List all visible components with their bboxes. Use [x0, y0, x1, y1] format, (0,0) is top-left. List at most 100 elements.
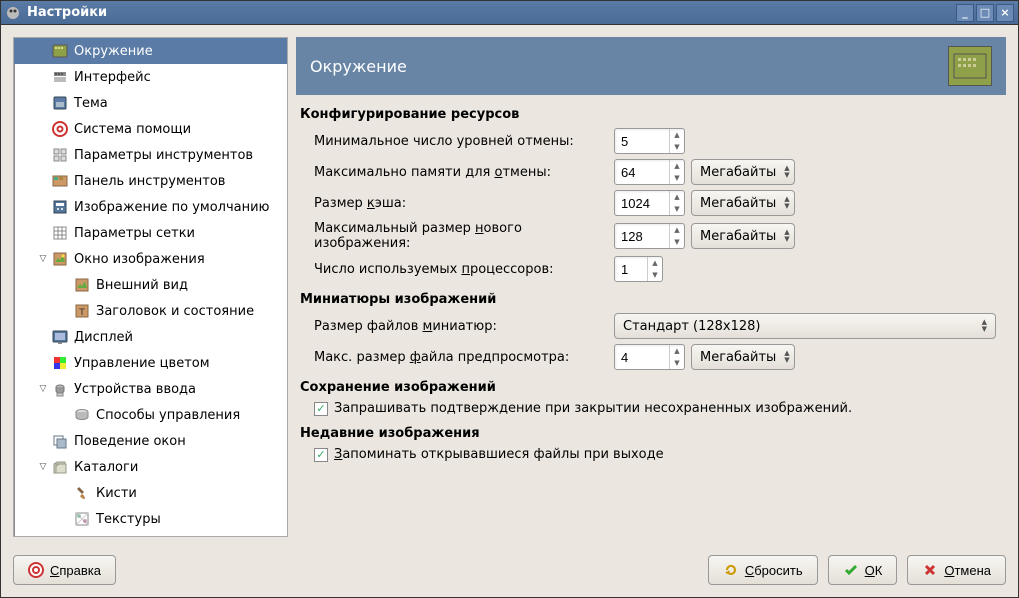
spin-arrows[interactable]: ▲▼	[669, 129, 684, 153]
sidebar-item[interactable]: T Заголовок и состояние	[14, 298, 287, 324]
undo-memory-label: Максимально памяти для отмены:	[314, 165, 614, 180]
help-button[interactable]: Справка	[13, 555, 116, 585]
sidebar-item[interactable]: Способы управления	[14, 402, 287, 428]
ok-button[interactable]: ОК	[828, 555, 898, 585]
panel-header: Окружение	[296, 37, 1006, 95]
undo-levels-label: Минимальное число уровней отмены:	[314, 134, 614, 149]
app-icon	[5, 5, 21, 21]
sidebar-item[interactable]: Кисти	[14, 480, 287, 506]
cancel-button[interactable]: Отмена	[907, 555, 1006, 585]
sidebar-item[interactable]: Окружение	[14, 38, 287, 64]
sidebar-item[interactable]: Интерфейс	[14, 64, 287, 90]
maximize-button[interactable]: □	[976, 4, 994, 22]
undo-levels-input[interactable]	[615, 134, 669, 149]
sidebar-item[interactable]: ▽Каталоги	[14, 454, 287, 480]
row-cache: Размер кэша: ▲▼ Мегабайты ▲▼	[314, 190, 1002, 216]
undo-memory-unit[interactable]: Мегабайты ▲▼	[691, 159, 795, 185]
undo-memory-input[interactable]	[615, 165, 669, 180]
newimg-spinbox[interactable]: ▲▼	[614, 223, 685, 249]
sidebar-item[interactable]: Параметры сетки	[14, 220, 287, 246]
section-saving: Сохранение изображений	[300, 380, 1002, 395]
sidebar-item[interactable]: Тема	[14, 90, 287, 116]
sidebar-tree[interactable]: ОкружениеИнтерфейс Тема Система помощи Пара…	[14, 38, 287, 536]
tree-item-label: Способы управления	[96, 408, 240, 423]
tree-item-icon	[50, 197, 70, 217]
row-undo-levels: Минимальное число уровней отмены: ▲▼	[314, 128, 1002, 154]
sidebar-item[interactable]: Поведение окон	[14, 428, 287, 454]
thumb-max-spinbox[interactable]: ▲▼	[614, 344, 685, 370]
checkbox-icon[interactable]: ✓	[314, 402, 328, 416]
panel-body: Конфигурирование ресурсов Минимальное чи…	[296, 95, 1006, 537]
sidebar-item[interactable]: ▽ Устройства ввода	[14, 376, 287, 402]
tree-item-icon	[72, 405, 92, 425]
tree-item-icon	[50, 171, 70, 191]
section-recent: Недавние изображения	[300, 426, 1002, 441]
tree-item-label: Дисплей	[74, 330, 133, 345]
tree-item-icon	[50, 119, 70, 139]
newimg-unit[interactable]: Мегабайты ▲▼	[691, 223, 795, 249]
thumb-size-combo[interactable]: Стандарт (128x128) ▲▼	[614, 313, 996, 339]
checkbox-icon[interactable]: ✓	[314, 448, 328, 462]
tree-item-icon	[50, 457, 70, 477]
sidebar-item[interactable]: ▽Окно изображения	[14, 246, 287, 272]
undo-levels-spinbox[interactable]: ▲▼	[614, 128, 685, 154]
expander-icon[interactable]: ▽	[36, 462, 50, 472]
spin-arrows[interactable]: ▲▼	[669, 160, 684, 184]
confirm-close-row[interactable]: ✓ Запрашивать подтверждение при закрытии…	[314, 401, 1002, 416]
panel-title: Окружение	[310, 57, 407, 76]
remember-files-label: Запоминать открывавшиеся файлы при выход…	[334, 447, 664, 462]
cpu-input[interactable]	[615, 262, 647, 277]
thumb-max-unit[interactable]: Мегабайты ▲▼	[691, 344, 795, 370]
sidebar-item[interactable]: Управление цветом	[14, 350, 287, 376]
sidebar-item[interactable]: Дисплей	[14, 324, 287, 350]
confirm-close-label: Запрашивать подтверждение при закрытии н…	[334, 401, 852, 416]
sidebar-item[interactable]: Изображение по умолчанию	[14, 194, 287, 220]
tree-item-icon	[72, 275, 92, 295]
sidebar-item[interactable]: Внешний вид	[14, 272, 287, 298]
remember-files-row[interactable]: ✓ Запоминать открывавшиеся файлы при вых…	[314, 447, 1002, 462]
content-area: ОкружениеИнтерфейсТемаСистема помощиПара…	[1, 25, 1018, 549]
reset-button[interactable]: Сбросить	[708, 555, 818, 585]
expander-icon[interactable]: ▽	[36, 254, 50, 264]
tree-item-label: Система помощи	[74, 122, 191, 137]
cpu-spinbox[interactable]: ▲▼	[614, 256, 663, 282]
cache-input[interactable]	[615, 196, 669, 211]
cache-spinbox[interactable]: ▲▼	[614, 190, 685, 216]
tree-item-label: Текстуры	[96, 512, 161, 527]
svg-text:T: T	[78, 308, 85, 318]
tree-item-icon	[50, 223, 70, 243]
newimg-input[interactable]	[615, 229, 669, 244]
tree-item-label: Панель инструментов	[74, 174, 225, 189]
chip-icon	[948, 46, 992, 86]
cache-label: Размер кэша:	[314, 196, 614, 211]
minimize-button[interactable]: _	[956, 4, 974, 22]
cache-unit[interactable]: Мегабайты ▲▼	[691, 190, 795, 216]
spin-arrows[interactable]: ▲▼	[669, 345, 684, 369]
spin-arrows[interactable]: ▲▼	[669, 224, 684, 248]
tree-item-label: Заголовок и состояние	[96, 304, 254, 319]
tree-item-icon	[50, 93, 70, 113]
sidebar-item[interactable]: Система помощи	[14, 116, 287, 142]
close-button[interactable]: ×	[996, 4, 1014, 22]
tree-item-label: Устройства ввода	[74, 382, 196, 397]
tree-item-label: Кисти	[96, 486, 137, 501]
spin-arrows[interactable]: ▲▼	[669, 191, 684, 215]
titlebar[interactable]: Настройки _ □ ×	[1, 1, 1018, 25]
tree-item-label: Тема	[74, 96, 108, 111]
tree-item-icon: T	[72, 301, 92, 321]
tree-item-label: Управление цветом	[74, 356, 210, 371]
sidebar-item[interactable]: Панель инструментов	[14, 168, 287, 194]
preferences-window: Настройки _ □ × ОкружениеИнтерфейсТемаСи…	[0, 0, 1019, 598]
main-panel: Окружение Конфигурирование ресурсов Мини…	[296, 37, 1006, 537]
ok-icon	[843, 562, 859, 578]
tree-item-label: Поведение окон	[74, 434, 186, 449]
sidebar-item[interactable]: Текстуры	[14, 506, 287, 532]
tree-item-icon	[50, 67, 70, 87]
tree-item-icon	[72, 509, 92, 529]
thumb-max-input[interactable]	[615, 350, 669, 365]
sidebar-item[interactable]: Параметры инструментов	[14, 142, 287, 168]
tree-item-icon	[50, 145, 70, 165]
expander-icon[interactable]: ▽	[36, 384, 50, 394]
undo-memory-spinbox[interactable]: ▲▼	[614, 159, 685, 185]
spin-arrows[interactable]: ▲▼	[647, 257, 662, 281]
